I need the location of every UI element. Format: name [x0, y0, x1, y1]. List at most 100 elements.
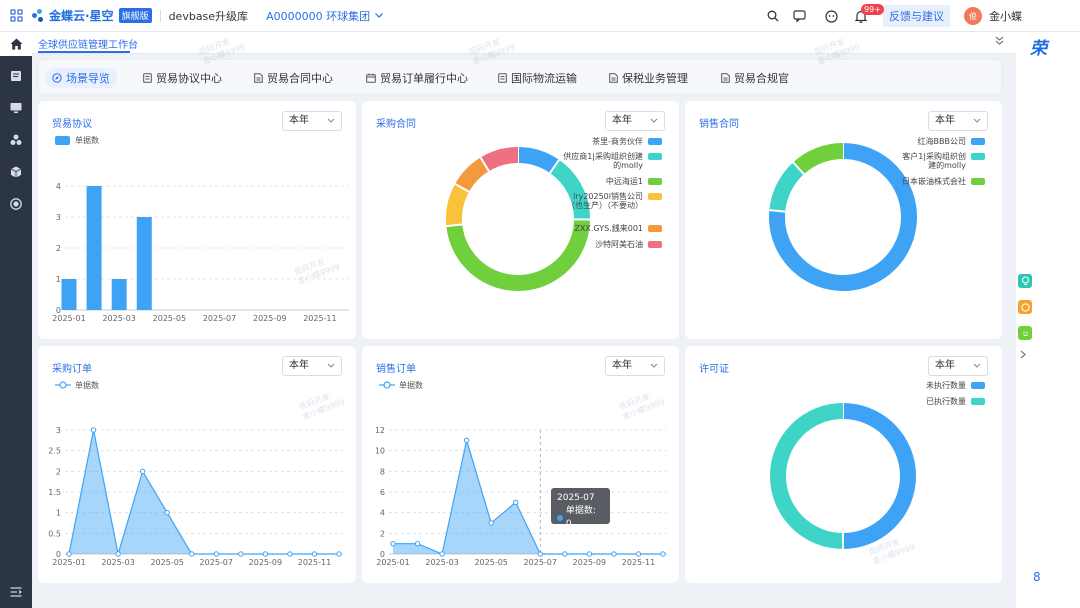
- y-tick-label: 3: [56, 426, 61, 435]
- x-tick-label: 2025-03: [101, 558, 134, 567]
- data-point: [463, 437, 470, 444]
- document-icon: [143, 73, 152, 83]
- org-selector[interactable]: A0000000 环球集团: [266, 8, 384, 24]
- legend-item[interactable]: lry20250l销售公司（也生产）（不要动）: [542, 192, 662, 210]
- document-icon: [498, 73, 507, 83]
- message-icon[interactable]: [787, 4, 811, 28]
- tab-supply-chain-workbench[interactable]: 全球供应链管理工作台: [38, 36, 138, 51]
- sales-order-area-chart: 单据数 0 2 4 6 8 10 12 2025-01 2025-03 2025-05 2025-07…: [375, 380, 667, 567]
- home-icon[interactable]: [0, 32, 32, 56]
- chevron-down-icon: [650, 363, 658, 368]
- data-point: [115, 551, 121, 557]
- collapse-menu-icon[interactable]: [0, 580, 32, 604]
- edition-badge: 旗舰版: [118, 8, 152, 23]
- legend-item[interactable]: 沙特阿美石油: [542, 240, 662, 249]
- double-chevron-down-icon[interactable]: [995, 36, 1004, 45]
- brand-logo[interactable]: 金蝶云·星空 旗舰版: [32, 7, 152, 24]
- legend-item[interactable]: 中远海运1: [542, 177, 662, 186]
- y-tick-label: 0: [56, 306, 61, 315]
- series-line: [393, 440, 663, 555]
- avatar[interactable]: 俊: [964, 7, 982, 25]
- x-tick-label: 2025-09: [253, 314, 286, 323]
- scenario-nav: 场景导览 贸易协议中心 贸易合同中心 贸易订单履行中心 国际物流运输 保税业务管…: [38, 59, 1002, 95]
- chevron-down-icon: [327, 363, 335, 368]
- legend-item[interactable]: 日本嵌油株式会社: [865, 177, 985, 186]
- kingdee-logo-icon: [32, 8, 46, 23]
- top-bar: 金蝶云·星空 旗舰版 devbase升级库 A0000000 环球集团 99+ …: [0, 0, 1080, 32]
- database-name[interactable]: devbase升级库: [169, 8, 248, 24]
- x-tick-label: 2025-01: [52, 558, 85, 567]
- legend-item[interactable]: 茶里-商务伙伴: [542, 137, 662, 146]
- card-title: 贸易协议: [52, 119, 92, 130]
- data-point: [611, 551, 617, 557]
- target-icon[interactable]: [0, 192, 32, 216]
- legend-item[interactable]: 已执行数量: [865, 397, 985, 406]
- top-bar-actions: 99+ 反馈与建议 俊 金小蝶: [759, 0, 1080, 32]
- x-tick-label: 2025-05: [474, 558, 507, 567]
- y-tick-label: 10: [375, 447, 385, 456]
- legend-item[interactable]: 客户1|采购组织创建的molly: [865, 152, 985, 170]
- x-tick-label: 2025-05: [153, 314, 186, 323]
- period-select[interactable]: 本年: [282, 111, 342, 131]
- robot-icon[interactable]: [819, 4, 843, 28]
- data-point: [90, 427, 97, 433]
- document-icon: [609, 73, 618, 83]
- y-tick-label: 8: [380, 467, 385, 476]
- data-point: [660, 551, 666, 557]
- period-select[interactable]: 本年: [282, 356, 342, 376]
- card-purchase-order: 采购订单 本年 单据数 0 0.5 1 1.5 2 2.5 3 2025-01 2025-03 20…: [38, 346, 356, 583]
- username[interactable]: 金小蝶: [989, 8, 1022, 24]
- y-tick-label: 2: [56, 467, 61, 476]
- smile-icon[interactable]: [1018, 326, 1032, 340]
- nav-trade-compliance[interactable]: 贸易合规官: [721, 68, 789, 88]
- y-tick-label: 0: [380, 550, 385, 559]
- nav-trade-order-fulfillment[interactable]: 贸易订单履行中心: [366, 68, 468, 88]
- nav-international-logistics[interactable]: 国际物流运输: [498, 68, 577, 88]
- card-license: 许可证 本年 未执行数量 已执行数量: [685, 346, 1002, 583]
- legend-item[interactable]: 供应商1|采购组织创建的molly: [542, 152, 662, 170]
- donut-slice: [446, 183, 470, 227]
- y-tick-label: 2: [380, 529, 385, 538]
- bar: [61, 279, 77, 310]
- x-tick-label: 2025-01: [52, 314, 85, 323]
- data-point: [287, 551, 293, 557]
- tooltip-value: 单据数: 0: [565, 506, 596, 529]
- lightbulb-icon[interactable]: [1018, 274, 1032, 288]
- notification-bell-icon[interactable]: 99+: [849, 4, 884, 28]
- nav-bonded-business[interactable]: 保税业务管理: [609, 68, 688, 88]
- nav-label: 国际物流运输: [511, 72, 577, 85]
- compass-icon: [52, 73, 62, 83]
- monitor-icon[interactable]: [0, 96, 32, 120]
- chevron-right-icon[interactable]: [1020, 350, 1026, 359]
- bar: [136, 217, 152, 310]
- x-tick-label: 2025-09: [249, 558, 282, 567]
- help-icon[interactable]: [1018, 300, 1032, 314]
- nav-trade-contract-center[interactable]: 贸易合同中心: [254, 68, 333, 88]
- rail-number: 8: [1033, 570, 1041, 584]
- area-fill: [393, 440, 663, 554]
- app-grid-icon[interactable]: [0, 0, 32, 32]
- donut-slice: [793, 143, 844, 175]
- y-tick-label: 12: [375, 426, 385, 435]
- feedback-button[interactable]: 反馈与建议: [883, 5, 950, 27]
- card-trade-agreement: 贸易协议 本年 单据数 0 1 2 3 4 2025-01 2025-03 2025-05 202…: [38, 101, 356, 339]
- legend-item[interactable]: ZXX.GYS.銭来001: [542, 224, 662, 233]
- search-icon[interactable]: [761, 4, 785, 28]
- data-point: [414, 540, 421, 547]
- bar: [86, 186, 102, 310]
- y-tick-label: 0.5: [48, 529, 61, 538]
- nav-label: 贸易合规官: [734, 72, 789, 85]
- nav-scenario-overview[interactable]: 场景导览: [45, 68, 117, 88]
- edit-document-icon[interactable]: [0, 64, 32, 88]
- donut-slice: [842, 403, 916, 549]
- cube-icon[interactable]: [0, 160, 32, 184]
- legend-label: 单据数: [399, 380, 423, 390]
- y-tick-label: 4: [380, 509, 385, 518]
- legend-item[interactable]: 红海BBB公司: [865, 137, 985, 146]
- period-select[interactable]: 本年: [605, 356, 665, 376]
- x-tick-label: 2025-07: [200, 558, 233, 567]
- active-tab-indicator: [38, 51, 130, 53]
- cluster-icon[interactable]: [0, 128, 32, 152]
- legend-item[interactable]: 未执行数量: [865, 381, 985, 390]
- nav-trade-agreement-center[interactable]: 贸易协议中心: [143, 68, 222, 88]
